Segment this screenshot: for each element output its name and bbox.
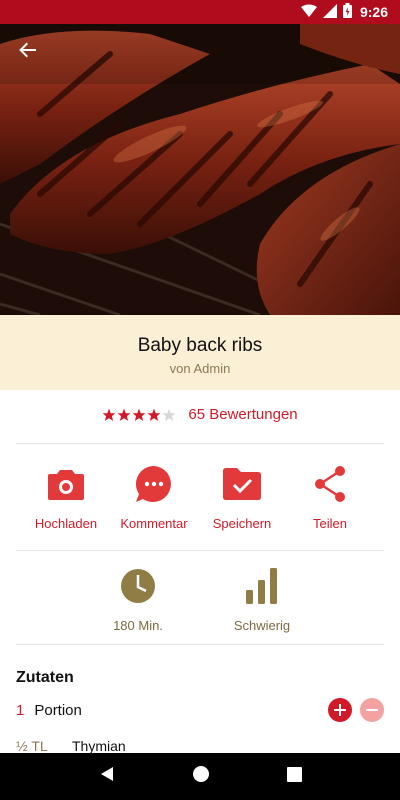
recipe-author: von Admin xyxy=(169,361,231,376)
star-filled-icon xyxy=(102,408,116,421)
camera-icon xyxy=(46,464,86,504)
star-rating xyxy=(102,408,176,422)
upload-button[interactable]: Hochladen xyxy=(22,464,110,531)
nav-back-button[interactable] xyxy=(99,766,115,787)
folder-check-icon xyxy=(222,464,262,504)
nav-home-button[interactable] xyxy=(192,765,210,788)
recipe-hero-image xyxy=(0,24,400,315)
decrease-portion-button[interactable] xyxy=(360,698,384,722)
clock-icon xyxy=(118,566,158,606)
comment-label: Kommentar xyxy=(120,516,188,531)
clock: 9:26 xyxy=(359,4,388,20)
difficulty: Schwierig xyxy=(216,566,308,633)
battery-icon xyxy=(342,3,352,21)
plus-icon xyxy=(334,704,346,716)
share-icon xyxy=(310,464,350,504)
portion-label: Portion xyxy=(34,701,82,719)
minus-icon xyxy=(366,709,378,711)
status-bar: 9:26 xyxy=(0,0,400,24)
rating-count[interactable]: 65 Bewertungen xyxy=(188,406,297,423)
comment-icon xyxy=(134,464,174,504)
square-recents-icon xyxy=(286,766,302,782)
divider xyxy=(16,550,384,551)
difficulty-label: Schwierig xyxy=(233,618,291,633)
signal-icon xyxy=(322,3,337,21)
action-bar: Hochladen Kommentar Speichern Teilen xyxy=(0,464,400,531)
ingredients-title: Zutaten xyxy=(16,669,74,686)
ingredient-item: ½ TL Thymian xyxy=(16,738,126,754)
cooking-time: 180 Min. xyxy=(92,566,184,633)
star-empty-icon xyxy=(162,408,176,421)
cooking-time-label: 180 Min. xyxy=(113,618,163,633)
save-label: Speichern xyxy=(212,516,272,531)
rating-row[interactable]: 65 Bewertungen xyxy=(0,406,400,423)
portion-row: 1 Portion xyxy=(16,698,384,722)
arrow-left-icon xyxy=(19,42,36,58)
recipe-meta: 180 Min. Schwierig xyxy=(0,566,400,633)
star-filled-icon xyxy=(117,408,131,421)
recipe-header: Baby back ribs von Admin xyxy=(0,315,400,390)
comment-button[interactable]: Kommentar xyxy=(110,464,198,531)
save-button[interactable]: Speichern xyxy=(198,464,286,531)
wifi-icon xyxy=(300,4,317,21)
recipe-title: Baby back ribs xyxy=(137,335,263,356)
triangle-back-icon xyxy=(100,767,113,781)
share-label: Teilen xyxy=(313,516,347,531)
share-button[interactable]: Teilen xyxy=(286,464,374,531)
ingredient-name: Thymian xyxy=(72,738,126,754)
circle-home-icon xyxy=(192,766,209,782)
signal-bars-icon xyxy=(242,566,282,606)
star-filled-icon xyxy=(147,408,161,421)
nav-recents-button[interactable] xyxy=(286,766,302,787)
back-button[interactable] xyxy=(14,36,42,64)
increase-portion-button[interactable] xyxy=(328,698,352,722)
star-filled-icon xyxy=(132,408,146,421)
ingredient-amount: ½ TL xyxy=(16,738,48,754)
upload-label: Hochladen xyxy=(34,516,98,531)
recipe-content: 65 Bewertungen Hochladen Kommentar Speic… xyxy=(0,390,400,754)
system-nav-bar xyxy=(0,753,400,800)
portion-count: 1 xyxy=(16,701,25,719)
divider xyxy=(16,443,384,444)
divider xyxy=(16,644,384,645)
